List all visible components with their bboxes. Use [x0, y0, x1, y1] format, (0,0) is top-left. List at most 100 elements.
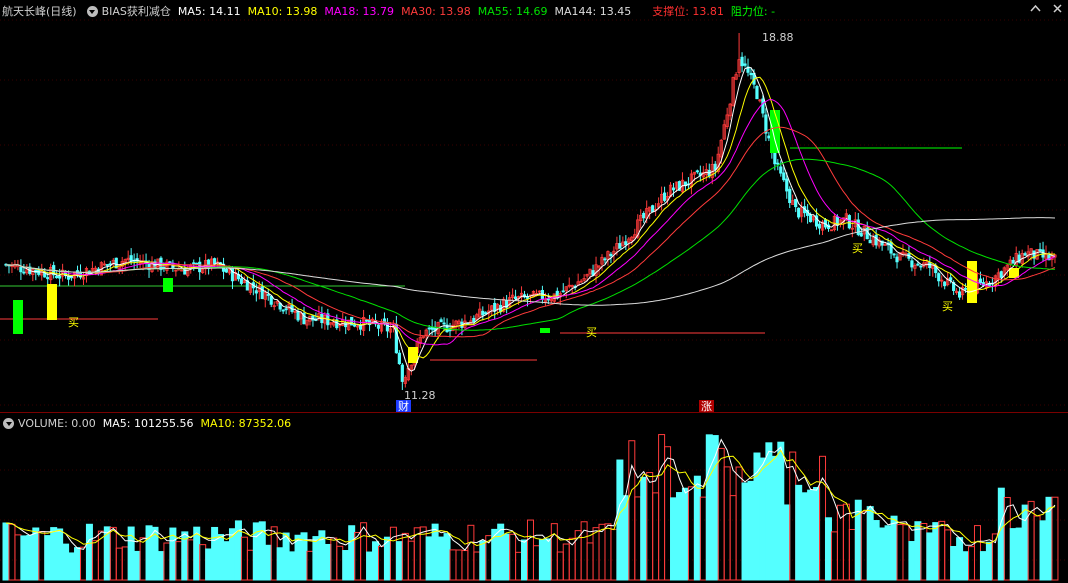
- volume-bar: [139, 537, 147, 581]
- volume-bar: [306, 550, 314, 581]
- ma5-value: MA5: 14.11: [177, 4, 241, 18]
- candle-body: [1023, 253, 1027, 256]
- volume-bar: [830, 531, 838, 581]
- main-chart-header: 航天长峰(日线) BIAS获利减仓 MA5: 14.11 MA10: 13.98…: [0, 2, 782, 20]
- candle-body: [353, 324, 357, 327]
- indicator-name[interactable]: BIAS获利减仓: [102, 3, 171, 19]
- candle-body: [740, 56, 744, 67]
- volume-bar: [1021, 504, 1029, 581]
- volume-bar: [920, 522, 928, 581]
- volume-bar: [312, 536, 320, 581]
- buy-signal-label: 买: [68, 316, 79, 329]
- volume-bar: [932, 522, 940, 581]
- candle-body: [546, 298, 550, 301]
- volume-bar: [246, 549, 254, 581]
- moving-averages: [5, 67, 1056, 372]
- candle-body: [779, 166, 783, 174]
- candle-body: [671, 187, 676, 191]
- volume-bar: [503, 533, 511, 581]
- volume-bar: [670, 497, 678, 581]
- volume-bar: [360, 522, 368, 581]
- signal-candle: [13, 300, 23, 334]
- volume-bar: [157, 551, 165, 581]
- volume-bar: [91, 540, 99, 581]
- volume-bar: [1051, 496, 1059, 581]
- candle-body: [19, 266, 23, 273]
- volume-bar: [973, 525, 981, 581]
- volume-bar: [604, 523, 612, 581]
- volume-bar: [675, 492, 683, 581]
- candle-body: [269, 295, 273, 305]
- volume-bar: [628, 440, 636, 581]
- candle-body: [794, 198, 798, 208]
- volume-bar: [85, 523, 93, 581]
- candle-body: [359, 325, 363, 330]
- volume-bar: [44, 535, 52, 581]
- volume-bar: [878, 527, 886, 581]
- support-level: 支撑位: 13.81: [652, 5, 724, 18]
- candle-body: [376, 324, 381, 329]
- volume-bar: [735, 466, 743, 581]
- candle-body: [651, 205, 655, 213]
- volume-bar: [658, 434, 666, 581]
- volume-bar: [38, 530, 46, 581]
- volume-bar: [705, 434, 713, 581]
- volume-bar: [509, 533, 517, 581]
- candle-body: [260, 286, 264, 300]
- candle-body: [603, 258, 607, 261]
- candle-body: [224, 268, 229, 273]
- chevron-up-icon[interactable]: [1030, 3, 1041, 14]
- volume-bar: [956, 537, 964, 581]
- kline-chart[interactable]: [0, 0, 1068, 583]
- candle-body: [472, 317, 476, 323]
- volume-bar: [425, 536, 433, 581]
- candle-body: [561, 290, 565, 293]
- volume-bar: [32, 527, 40, 581]
- buy-signal-label: 买: [852, 242, 863, 255]
- candle-body: [892, 253, 896, 256]
- candle-body: [949, 277, 953, 281]
- stock-title[interactable]: 航天长峰(日线): [2, 3, 77, 19]
- high-price-label: 18.88: [762, 31, 794, 44]
- volume-bar: [896, 524, 904, 581]
- candle-body: [773, 152, 777, 165]
- volume-bar: [652, 492, 660, 581]
- volume-bar: [717, 447, 725, 581]
- candle-body: [493, 302, 497, 312]
- volume-bar: [556, 551, 564, 581]
- volume-bar: [592, 527, 600, 581]
- volume-bar: [109, 526, 117, 581]
- candle-body: [943, 281, 947, 287]
- volume-bar: [68, 552, 76, 581]
- volume-bar: [449, 549, 457, 581]
- candle-body: [937, 273, 941, 282]
- volume-bar: [884, 525, 892, 581]
- candle-body: [767, 135, 771, 139]
- volume-bar: [330, 537, 338, 581]
- candle-body: [427, 327, 431, 330]
- volume-dropdown-icon[interactable]: [3, 417, 14, 429]
- volume-bar: [199, 544, 207, 581]
- volume-bar: [526, 519, 534, 581]
- volume-bar: [288, 551, 296, 581]
- candle-body: [448, 329, 452, 332]
- volume-bar: [515, 551, 523, 581]
- candle-body: [817, 223, 822, 229]
- volume-bar: [377, 545, 385, 581]
- candle-body: [400, 364, 404, 382]
- candle-body: [999, 271, 1003, 278]
- ma5-line: [5, 67, 1056, 372]
- volume-bar: [699, 496, 707, 581]
- close-icon[interactable]: [1052, 3, 1063, 14]
- chart-grid: [0, 19, 1068, 561]
- volume-bar: [407, 540, 415, 581]
- volume-bar: [938, 520, 946, 581]
- volume-header: VOLUME: 0.00 MA5: 101255.56 MA10: 87352.…: [0, 414, 298, 432]
- ma10-line: [5, 76, 1056, 359]
- indicator-dropdown-icon[interactable]: [86, 5, 98, 17]
- candle-body: [761, 98, 765, 114]
- ma55-line: [5, 158, 1055, 331]
- candle-body: [266, 294, 270, 296]
- ma144-value: MA144: 13.45: [554, 4, 632, 18]
- candle-body: [1011, 259, 1015, 264]
